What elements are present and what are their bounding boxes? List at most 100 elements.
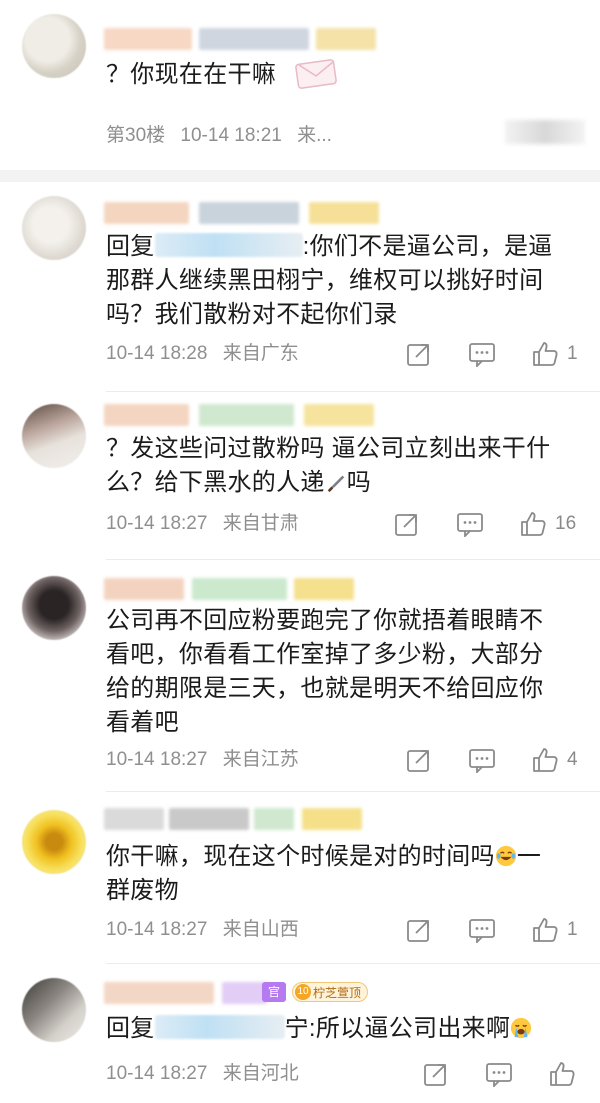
share-icon: [407, 920, 429, 942]
share-icon: [395, 514, 417, 536]
floor-number: 第30楼: [106, 125, 166, 146]
knife-emoji-icon: [327, 475, 344, 493]
like-count: 1: [567, 919, 578, 940]
comment-5: 你干嘛，现在这个时候是对的时间吗一 群废物 10-14 18:27 来自山西 1: [0, 792, 600, 964]
comment-text: 回复 :你们不是逼公司，是逼 那群人继续黑田栩宁，维权可以挑好时间 吗？我们散粉对…: [106, 230, 578, 332]
comment-meta: 10-14 18:28 来自广东: [106, 341, 299, 367]
comment-line: 吗？我们散粉对不起你们录: [106, 301, 398, 328]
like-button[interactable]: [548, 1059, 576, 1089]
comment-button[interactable]: [456, 509, 484, 539]
avatar[interactable]: [22, 404, 86, 468]
like-button[interactable]: 1: [531, 339, 578, 369]
comment-button[interactable]: [468, 915, 496, 945]
share-icon: [424, 1064, 446, 1086]
comment-button[interactable]: [468, 745, 496, 775]
comment-2: 回复 :你们不是逼公司，是逼 那群人继续黑田栩宁，维权可以挑好时间 吗？我们散粉对…: [0, 182, 600, 392]
comment-text: ？你现在在干嘛: [106, 56, 578, 92]
like-count: 16: [555, 513, 577, 534]
masked-username: [154, 1015, 285, 1039]
avatar[interactable]: [22, 576, 86, 640]
comment-text: 回复 宁:所以逼公司出来啊: [106, 1012, 578, 1046]
comment-line: 给的期限是三天，也就是明天不给回应你: [106, 675, 544, 702]
fan-badge-text: 柠芝萱顶: [313, 986, 362, 1000]
username-blurred[interactable]: [104, 404, 384, 426]
like-count: 1: [567, 343, 578, 364]
comment-time: 10-14 18:21: [180, 125, 282, 146]
reply-prefix: 回复: [106, 233, 155, 260]
comment-line: 看着吧: [106, 709, 179, 736]
avatar[interactable]: [22, 196, 86, 260]
like-count: 4: [567, 749, 578, 770]
comment-3: ？发这些问过散粉吗 逼公司立刻出来干什 么？给下黑水的人递吗 10-14 18:…: [0, 392, 600, 562]
avatar[interactable]: [22, 978, 86, 1042]
comment-meta: 10-14 18:27 来自河北: [106, 1061, 299, 1087]
username-blurred[interactable]: [104, 578, 374, 600]
comment-icon: [457, 513, 483, 537]
username-blurred[interactable]: [104, 28, 394, 50]
comment-meta: 10-14 18:27 来自甘肃: [106, 511, 299, 537]
comment-6: 官 10 柠芝萱顶 回复 宁:所以逼公司出来啊 10-14 18:27 来自河北: [0, 964, 600, 1103]
like-icon: [533, 342, 558, 366]
crying-emoji-icon: [511, 1017, 532, 1039]
row-divider: [106, 559, 600, 560]
comment-line: ？发这些问过散粉吗 逼公司立刻出来干什: [106, 435, 551, 462]
share-button[interactable]: [423, 1059, 449, 1089]
like-button[interactable]: 4: [531, 745, 578, 775]
share-icon: [407, 344, 429, 366]
share-button[interactable]: [394, 509, 420, 539]
reply-suffix: :你们不是逼公司，是逼: [302, 233, 553, 260]
comment-source: 来...: [297, 125, 332, 146]
comment-time: 10-14 18:27: [106, 919, 208, 940]
username-blurred[interactable]: [104, 202, 404, 224]
comment-source: 来自江苏: [222, 749, 299, 770]
like-icon: [533, 918, 558, 942]
comment-time: 10-14 18:27: [106, 749, 208, 770]
comment-source: 来自山西: [222, 919, 299, 940]
like-icon: [533, 748, 558, 772]
avatar[interactable]: [22, 810, 86, 874]
envelope-sticker-icon: [295, 59, 337, 89]
username-blurred[interactable]: [104, 808, 374, 830]
like-button[interactable]: 1: [531, 915, 578, 945]
blurred-action: [505, 120, 585, 144]
comment-source: 来自广东: [222, 343, 299, 364]
reply-prefix: 回复: [106, 1015, 155, 1042]
laugh-cry-emoji-icon: [495, 845, 516, 867]
comment-meta: 第30楼 10-14 18:21 来...: [106, 123, 332, 149]
reply-suffix: 宁:所以逼公司出来啊: [284, 1015, 511, 1042]
comment-line: 么？给下黑水的人递: [106, 469, 325, 496]
fan-level-number: 10: [295, 984, 311, 1000]
comment-line: 你干嘛，现在这个时候是对的时间吗: [106, 843, 495, 870]
comment-line: 那群人继续黑田栩宁，维权可以挑好时间: [106, 267, 544, 294]
avatar[interactable]: [22, 14, 86, 78]
comment-icon: [469, 749, 495, 773]
comment-line: 吗: [346, 469, 372, 496]
comment-4: 公司再不回应粉要跑完了你就捂着眼睛不 看吧，你看看工作室掉了多少粉，大部分 给的…: [0, 562, 600, 792]
comment-button[interactable]: [468, 339, 496, 369]
comment-meta: 10-14 18:27 来自江苏: [106, 747, 299, 773]
section-divider: [0, 170, 600, 182]
comment-1: ？你现在在干嘛 第30楼 10-14 18:21 来...: [0, 0, 600, 170]
comment-line: 看吧，你看看工作室掉了多少粉，大部分: [106, 641, 544, 668]
comment-icon: [486, 1063, 512, 1087]
comment-1-text: ？你现在在干嘛: [106, 61, 277, 88]
comment-time: 10-14 18:28: [106, 343, 208, 364]
like-button[interactable]: 16: [519, 509, 576, 539]
fan-level-badge[interactable]: 10 柠芝萱顶: [292, 982, 369, 1002]
masked-username: [154, 233, 303, 257]
like-icon: [550, 1062, 575, 1086]
share-button[interactable]: [406, 745, 432, 775]
comment-icon: [469, 343, 495, 367]
comment-text: ？发这些问过散粉吗 逼公司立刻出来干什 么？给下黑水的人递吗: [106, 432, 578, 500]
comment-text: 你干嘛，现在这个时候是对的时间吗一 群废物: [106, 840, 578, 908]
comment-icon: [469, 919, 495, 943]
comment-button[interactable]: [485, 1059, 513, 1089]
comment-time: 10-14 18:27: [106, 513, 208, 534]
share-button[interactable]: [406, 915, 432, 945]
comment-source: 来自甘肃: [222, 513, 299, 534]
share-icon: [407, 750, 429, 772]
comment-text: 公司再不回应粉要跑完了你就捂着眼睛不 看吧，你看看工作室掉了多少粉，大部分 给的…: [106, 604, 578, 740]
comment-meta: 10-14 18:27 来自山西: [106, 917, 299, 943]
share-button[interactable]: [406, 339, 432, 369]
comment-line: 群废物: [106, 877, 179, 904]
